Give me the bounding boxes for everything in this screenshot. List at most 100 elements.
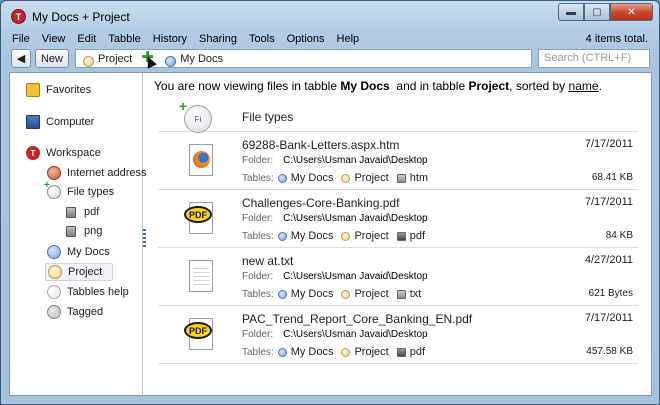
tag-project[interactable]: Project bbox=[341, 346, 389, 358]
sidebar-item-label: pdf bbox=[84, 206, 100, 218]
menu-file[interactable]: File bbox=[9, 33, 36, 45]
sidebar-item-label: Computer bbox=[46, 116, 95, 128]
file-row[interactable]: PDF Challenges-Core-Banking.pdf 7/17/201… bbox=[158, 190, 638, 248]
sidebar-item-label: File types bbox=[67, 186, 115, 198]
menu-history[interactable]: History bbox=[147, 33, 193, 45]
favorites-icon bbox=[26, 83, 40, 97]
sidebar-item-label: My Docs bbox=[67, 246, 110, 258]
file-icon bbox=[66, 225, 76, 237]
file-date: 4/27/2011 bbox=[584, 254, 633, 266]
tag-my-docs[interactable]: My Docs bbox=[277, 172, 333, 184]
maximize-button[interactable]: ▢ bbox=[584, 3, 610, 21]
tag-my-docs[interactable]: My Docs bbox=[277, 288, 333, 300]
title-bar[interactable]: T My Docs + Project ▬ ▢ ✕ bbox=[1, 1, 659, 31]
project-icon bbox=[48, 265, 62, 279]
mydocs-dot-icon bbox=[277, 347, 287, 357]
help-icon bbox=[47, 285, 61, 299]
file-name[interactable]: Challenges-Core-Banking.pdf bbox=[242, 196, 399, 210]
sidebar-item-label: Favorites bbox=[46, 84, 92, 96]
file-row[interactable]: new at.txt 4/27/2011 Folder: C:\Users\Usm… bbox=[158, 248, 638, 306]
pdf-document-icon: PDF bbox=[184, 202, 218, 240]
file-folder: Folder: C:\Users\Usman Javaid\Desktop bbox=[242, 155, 428, 166]
sidebar-item-workspace[interactable]: T Workspace bbox=[26, 146, 101, 160]
file-types-icon bbox=[44, 180, 61, 199]
sidebar-item-tagged[interactable]: Tagged bbox=[47, 305, 103, 319]
menu-bar: File View Edit Tabble History Sharing To… bbox=[9, 31, 652, 47]
menu-help[interactable]: Help bbox=[331, 33, 366, 45]
sidebar-item-my-docs[interactable]: My Docs bbox=[47, 245, 110, 259]
file-name[interactable]: 69288-Bank-Letters.aspx.htm bbox=[242, 138, 399, 152]
menu-edit[interactable]: Edit bbox=[71, 33, 102, 45]
tab-my-docs[interactable]: My Docs bbox=[158, 53, 227, 67]
project-dot-icon bbox=[341, 289, 351, 299]
sort-key-link[interactable]: name bbox=[569, 79, 599, 93]
sidebar-item-file-types[interactable]: File types bbox=[44, 180, 115, 199]
project-dot-icon bbox=[341, 347, 351, 357]
sidebar-item-internet-address[interactable]: Internet address bbox=[47, 166, 147, 180]
back-button[interactable]: ◀ bbox=[11, 49, 31, 68]
sidebar-item-png[interactable]: png bbox=[64, 225, 102, 237]
file-name[interactable]: PAC_Trend_Report_Core_Banking_EN.pdf bbox=[242, 312, 472, 326]
status-tabble-1: My Docs bbox=[340, 79, 390, 93]
menu-sharing[interactable]: Sharing bbox=[193, 33, 243, 45]
sidebar: Favorites Computer T Workspace Internet … bbox=[10, 73, 147, 395]
items-total-count: 4 items total. bbox=[585, 33, 648, 45]
tag-filetype[interactable]: pdf bbox=[396, 230, 425, 242]
tag-project[interactable]: Project bbox=[341, 172, 389, 184]
menu-tools[interactable]: Tools bbox=[243, 33, 281, 45]
window-controls: ▬ ▢ ✕ bbox=[558, 3, 653, 21]
mydocs-icon bbox=[47, 245, 61, 259]
sidebar-item-pdf[interactable]: pdf bbox=[64, 206, 99, 218]
tag-project[interactable]: Project bbox=[341, 230, 389, 242]
file-type-icon bbox=[396, 173, 406, 183]
window-title: My Docs + Project bbox=[32, 10, 130, 24]
view-status: You are now viewing files in tabble My D… bbox=[154, 79, 602, 93]
status-tabble-2: Project bbox=[468, 79, 510, 93]
add-tabble-button[interactable]: ✚ bbox=[138, 50, 158, 69]
tabbles-logo-icon[interactable]: T bbox=[11, 9, 26, 24]
sidebar-item-computer[interactable]: Computer bbox=[26, 115, 94, 129]
file-folder: Folder: C:\Users\Usman Javaid\Desktop bbox=[242, 271, 428, 282]
sidebar-item-label: png bbox=[84, 225, 103, 237]
file-type-icon bbox=[396, 347, 406, 357]
file-date: 7/17/2011 bbox=[584, 312, 633, 324]
sidebar-item-tabbles-help[interactable]: Tabbles help bbox=[47, 285, 129, 299]
file-tables: Tables: My Docs Project htm bbox=[242, 172, 429, 184]
pdf-document-icon: PDF bbox=[184, 318, 218, 356]
file-icon bbox=[66, 206, 76, 218]
file-row[interactable]: PDF PAC_Trend_Report_Core_Banking_EN.pdf… bbox=[158, 306, 638, 364]
file-types-group[interactable]: Fi File types bbox=[158, 98, 638, 133]
search-input[interactable]: Search (CTRL+F) bbox=[538, 49, 650, 68]
project-dot-icon bbox=[341, 231, 351, 241]
sidebar-item-label: Tagged bbox=[67, 306, 104, 318]
mouse-cursor-icon bbox=[143, 54, 158, 69]
tag-filetype[interactable]: txt bbox=[396, 288, 421, 300]
new-button[interactable]: New bbox=[35, 49, 69, 68]
tag-filetype[interactable]: htm bbox=[396, 172, 428, 184]
file-type-icon bbox=[396, 289, 406, 299]
file-date: 7/17/2011 bbox=[584, 138, 633, 150]
sidebar-item-project[interactable]: Project bbox=[45, 263, 114, 281]
sidebar-item-favorites[interactable]: Favorites bbox=[26, 83, 91, 97]
file-size: 621 Bytes bbox=[588, 288, 633, 299]
menu-tabble[interactable]: Tabble bbox=[102, 33, 146, 45]
tag-project[interactable]: Project bbox=[341, 288, 389, 300]
internet-address-icon bbox=[47, 166, 61, 180]
menu-options[interactable]: Options bbox=[281, 33, 331, 45]
tag-filetype[interactable]: pdf bbox=[396, 346, 425, 358]
computer-icon bbox=[26, 115, 40, 129]
close-button[interactable]: ✕ bbox=[610, 3, 653, 21]
file-name[interactable]: new at.txt bbox=[242, 254, 293, 268]
file-tables: Tables: My Docs Project pdf bbox=[242, 346, 426, 358]
file-tables: Tables: My Docs Project pdf bbox=[242, 230, 426, 242]
project-dot-icon bbox=[83, 55, 94, 67]
menu-view[interactable]: View bbox=[36, 33, 72, 45]
file-folder: Folder: C:\Users\Usman Javaid\Desktop bbox=[242, 213, 428, 224]
minimize-button[interactable]: ▬ bbox=[558, 3, 584, 21]
tab-project[interactable]: Project bbox=[76, 53, 136, 67]
sidebar-item-label: Internet address bbox=[67, 167, 147, 179]
file-row[interactable]: 69288-Bank-Letters.aspx.htm 7/17/2011 Fo… bbox=[158, 132, 638, 190]
tag-my-docs[interactable]: My Docs bbox=[277, 230, 333, 242]
tag-my-docs[interactable]: My Docs bbox=[277, 346, 333, 358]
file-size: 457.58 KB bbox=[586, 346, 633, 357]
